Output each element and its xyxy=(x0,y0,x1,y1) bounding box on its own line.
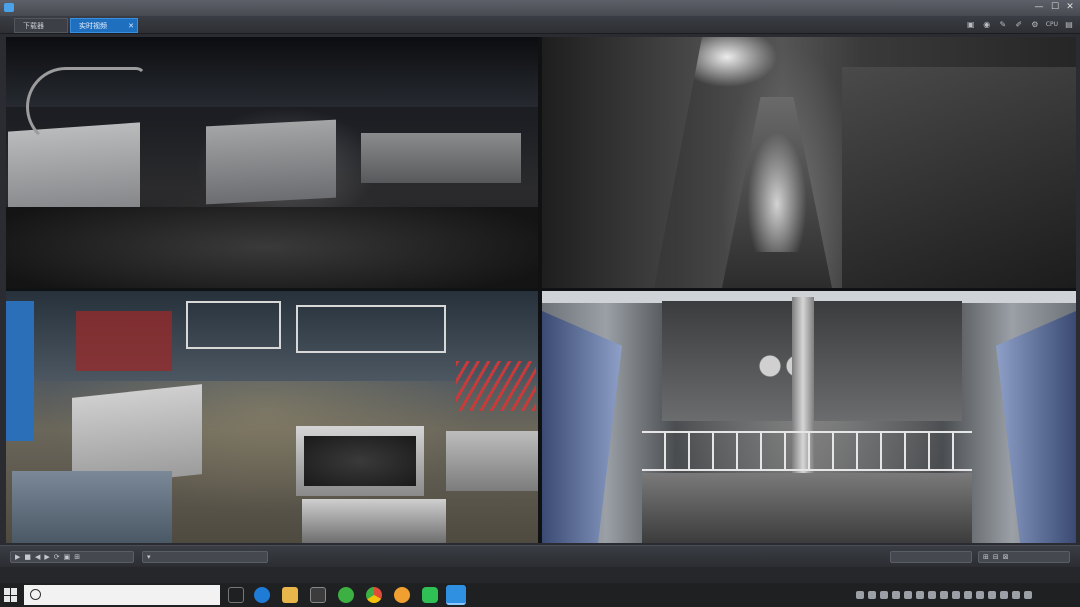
loading-chute-frame xyxy=(186,301,281,349)
tray-icon[interactable] xyxy=(856,591,864,599)
app-icon[interactable] xyxy=(338,587,354,603)
close-button[interactable]: ✕ xyxy=(1063,1,1077,14)
tray-icon[interactable] xyxy=(1000,591,1008,599)
tray-icon[interactable] xyxy=(976,591,984,599)
forward-button[interactable]: ▶ xyxy=(44,552,49,562)
volume-slider[interactable] xyxy=(890,551,972,563)
tray-icon[interactable] xyxy=(964,591,972,599)
snapshot-button[interactable]: ▣ xyxy=(64,552,71,562)
tray-icon[interactable] xyxy=(952,591,960,599)
platform-floor xyxy=(642,473,972,543)
mine-cart xyxy=(302,499,446,543)
tab-downloader[interactable]: 下载器 xyxy=(14,18,68,33)
title-bar: — ☐ ✕ xyxy=(0,0,1080,16)
tray-icon[interactable] xyxy=(916,591,924,599)
minimize-button[interactable]: — xyxy=(1032,1,1046,14)
red-railing xyxy=(456,361,536,411)
tray-icon[interactable] xyxy=(904,591,912,599)
tunnel-wall-right xyxy=(842,67,1076,288)
tunnel-wall-left xyxy=(542,37,702,288)
mine-cart-loaded xyxy=(446,431,538,491)
mine-cart xyxy=(12,471,172,543)
windows-taskbar xyxy=(0,583,1080,607)
tray-icon[interactable] xyxy=(868,591,876,599)
coal-rubble xyxy=(6,207,538,288)
stream-selector[interactable]: ▾ xyxy=(142,551,268,563)
chevron-down-icon: ▾ xyxy=(147,553,151,561)
system-tray xyxy=(856,587,1032,603)
split-layout-button[interactable]: ⊟ xyxy=(993,552,999,562)
hydraulic-support-panel xyxy=(361,133,521,183)
video-grid xyxy=(6,37,1076,543)
app-icon[interactable] xyxy=(310,587,326,603)
start-button[interactable] xyxy=(4,588,18,602)
tray-icon[interactable] xyxy=(988,591,996,599)
play-button[interactable]: ▶ xyxy=(15,552,20,562)
display-icon[interactable]: ▣ xyxy=(966,20,976,30)
camera-view-2[interactable] xyxy=(542,37,1076,288)
tray-icon[interactable] xyxy=(940,591,948,599)
toolbar-icons: ▣ ◉ ✎ ✐ ⚙ CPU ▤ xyxy=(966,19,1074,31)
guard-railing xyxy=(642,431,972,471)
cable-hose xyxy=(26,67,146,147)
tray-icon[interactable] xyxy=(1024,591,1032,599)
cpu-readout: CPU xyxy=(1045,21,1058,28)
settings-icon[interactable]: ⚙ xyxy=(1030,20,1040,30)
chrome-icon[interactable] xyxy=(366,587,382,603)
playback-control-bar: ▶ ■ ◀ ▶ ⟳ ▣ ⊞ ▾ ⊞ ⊟ ⊠ xyxy=(0,545,1080,567)
wet-floor-reflection xyxy=(747,132,807,252)
record-icon[interactable]: ◉ xyxy=(982,20,992,30)
tray-icon[interactable] xyxy=(880,591,888,599)
layout-controls: ⊞ ⊟ ⊠ xyxy=(978,551,1070,563)
grid-layout-button[interactable]: ⊞ xyxy=(983,552,989,562)
edge-icon[interactable] xyxy=(254,587,270,603)
search-icon xyxy=(30,589,41,600)
maximize-button[interactable]: ☐ xyxy=(1048,1,1062,14)
tab-label: 实时视频 xyxy=(79,22,107,30)
task-view-icon[interactable] xyxy=(228,587,244,603)
stop-button[interactable]: ■ xyxy=(24,552,31,562)
browser-icon[interactable] xyxy=(394,587,410,603)
tab-close-icon[interactable]: ✕ xyxy=(128,19,134,34)
coal-load xyxy=(304,436,416,486)
tray-icon[interactable] xyxy=(892,591,900,599)
wall-right xyxy=(996,311,1076,543)
fullscreen-button[interactable]: ⊠ xyxy=(1003,552,1009,562)
folder-icon[interactable] xyxy=(282,587,298,603)
playback-controls: ▶ ■ ◀ ▶ ⟳ ▣ ⊞ xyxy=(10,551,134,563)
taskbar-search[interactable] xyxy=(24,585,220,605)
camera-client-window: — ☐ ✕ 下载器 实时视频 ✕ ▣ ◉ ✎ ✐ ⚙ CPU ▤ ▶ ■ ◀ ▶… xyxy=(0,0,1080,607)
quick-links xyxy=(0,567,1080,583)
wall-left xyxy=(542,311,622,543)
tray-icon[interactable] xyxy=(1012,591,1020,599)
camera-view-1[interactable] xyxy=(6,37,538,288)
tab-label: 下载器 xyxy=(23,22,44,30)
app-logo-icon xyxy=(4,3,14,12)
hydraulic-support-panel xyxy=(206,119,336,205)
loading-chute-frame xyxy=(296,305,446,353)
rewind-button[interactable]: ◀ xyxy=(35,552,40,562)
camera-view-3[interactable] xyxy=(6,291,538,543)
red-gate xyxy=(76,311,172,371)
tab-live-video[interactable]: 实时视频 ✕ xyxy=(70,18,138,33)
camera-client-taskbar-icon[interactable] xyxy=(446,585,466,605)
tray-icon[interactable] xyxy=(928,591,936,599)
wrench-icon[interactable]: ✎ xyxy=(998,20,1008,30)
wechat-icon[interactable] xyxy=(422,587,438,603)
refresh-button[interactable]: ⟳ xyxy=(54,552,60,562)
tab-bar: 下载器 实时视频 ✕ ▣ ◉ ✎ ✐ ⚙ CPU ▤ xyxy=(0,16,1080,34)
blue-cabinet xyxy=(6,301,34,441)
brush-icon[interactable]: ✐ xyxy=(1014,20,1024,30)
camera-view-4[interactable] xyxy=(542,291,1076,543)
layout-button[interactable]: ⊞ xyxy=(74,552,80,562)
cpu-icon: ▤ xyxy=(1065,20,1073,29)
